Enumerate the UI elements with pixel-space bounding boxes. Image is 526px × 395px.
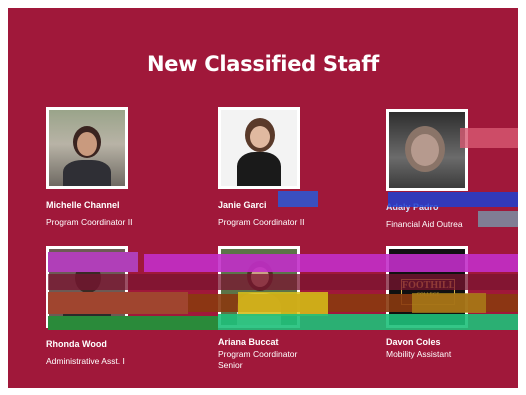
staff-role: Program Coordinator Senior	[218, 349, 298, 370]
staff-name: Michelle Channel	[46, 200, 120, 210]
glitch-artifact	[48, 252, 138, 272]
glitch-artifact	[48, 292, 188, 314]
glitch-artifact	[48, 316, 218, 330]
glitch-artifact	[478, 211, 518, 227]
glitch-artifact	[48, 274, 518, 290]
glitch-artifact	[144, 254, 518, 272]
staff-slide: New Classified Staff Michelle Channel Pr…	[8, 8, 518, 388]
staff-photo	[46, 107, 128, 189]
staff-role: Program Coordinator II	[46, 217, 133, 227]
staff-card-janie: Janie Garci Program Coordinator II	[218, 107, 368, 228]
glitch-artifact	[388, 192, 518, 207]
staff-photo	[386, 109, 468, 191]
staff-role: Mobility Assistant	[386, 349, 452, 359]
staff-card-michelle: Michelle Channel Program Coordinator II	[46, 107, 196, 228]
glitch-artifact	[460, 128, 518, 148]
staff-role: Administrative Asst. I	[46, 356, 125, 366]
staff-role: Program Coordinator II	[218, 217, 305, 227]
staff-name: Davon Coles	[386, 337, 441, 347]
staff-name: Rhonda Wood	[46, 339, 107, 349]
glitch-artifact	[218, 314, 518, 330]
glitch-artifact	[238, 292, 328, 316]
glitch-artifact	[412, 293, 486, 313]
staff-name: Ariana Buccat	[218, 337, 279, 347]
glitch-artifact	[278, 191, 318, 207]
staff-photo	[218, 107, 300, 189]
slide-title: New Classified Staff	[146, 52, 380, 76]
